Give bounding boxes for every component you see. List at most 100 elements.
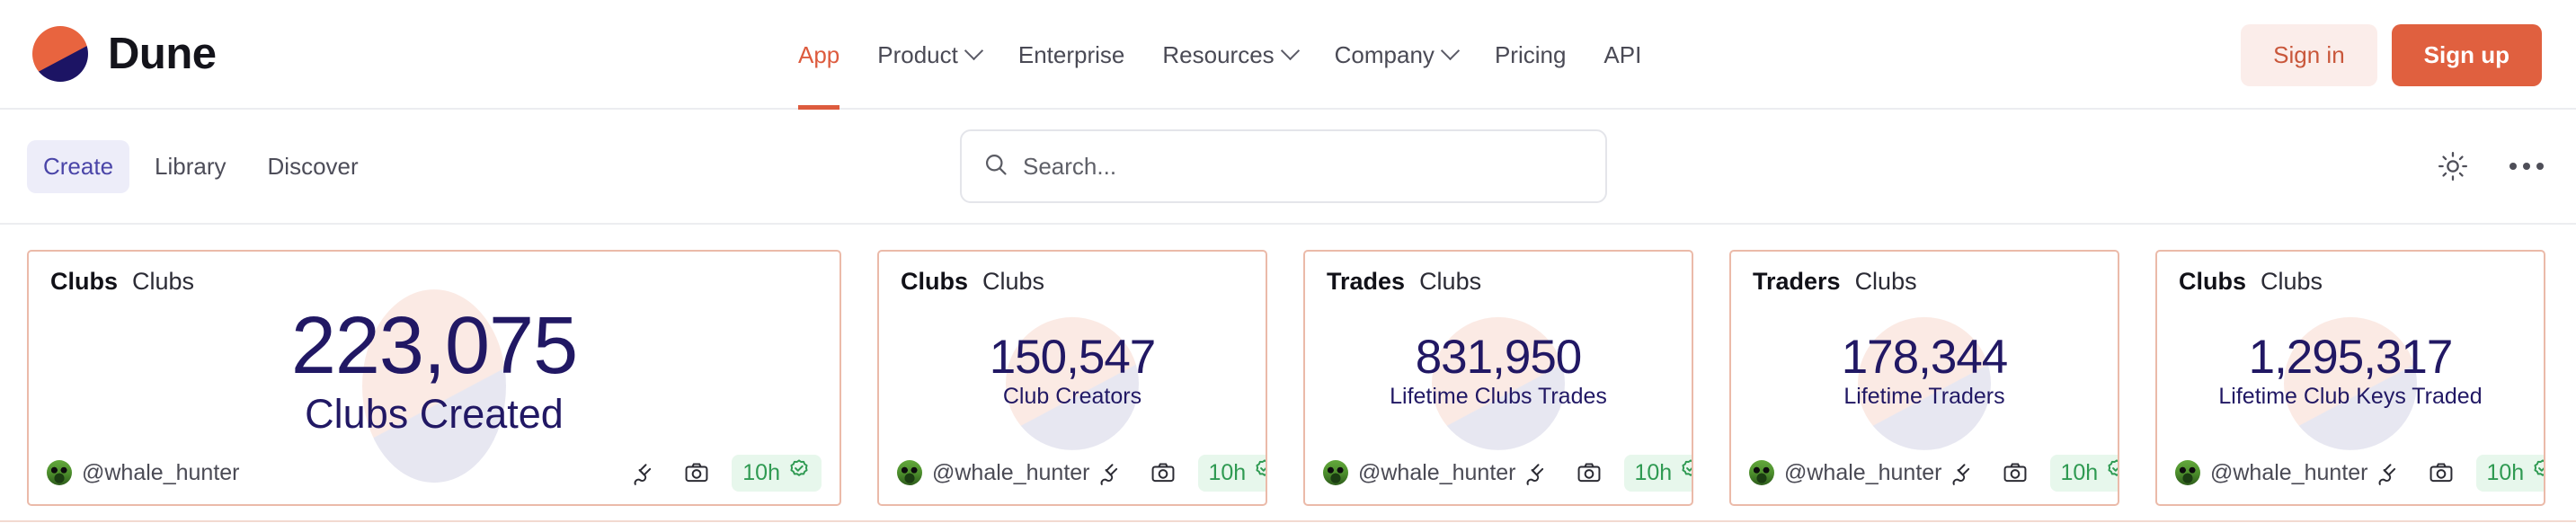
card-footer-actions: 10h <box>2368 454 2546 492</box>
brand-logo[interactable]: Dune <box>32 26 217 82</box>
nav-item-enterprise[interactable]: Enterprise <box>1018 0 1125 110</box>
sign-in-button[interactable]: Sign in <box>2241 24 2377 86</box>
avatar <box>47 460 72 485</box>
plug-icon[interactable] <box>1516 454 1554 492</box>
card-author[interactable]: @whale_hunter <box>1749 460 1942 486</box>
card-footer: @whale_hunter <box>1305 454 1692 504</box>
avatar <box>2175 460 2200 485</box>
verified-check-icon <box>1253 458 1267 488</box>
status-badge: 10h <box>2050 455 2120 492</box>
card-body: 831,950 Lifetime Clubs Trades <box>1305 296 1692 454</box>
card-footer: @whale_hunter <box>879 454 1266 504</box>
avatar <box>1749 460 1774 485</box>
workspace-tab-create[interactable]: Create <box>27 140 129 193</box>
card-footer-actions: 10h <box>624 454 822 492</box>
metric-card-1[interactable]: Clubs Clubs 150,547 Club Creators @whale… <box>877 250 1267 506</box>
nav-item-api[interactable]: API <box>1603 0 1641 110</box>
card-subtitle: Clubs <box>982 268 1044 296</box>
card-footer: @whale_hunter <box>29 454 839 504</box>
verified-check-icon <box>787 458 811 488</box>
card-footer-actions: 10h <box>1516 454 1694 492</box>
card-header: Traders Clubs <box>1731 252 2118 296</box>
metric-value: 150,547 <box>990 332 1156 382</box>
nav-item-app[interactable]: App <box>798 0 839 110</box>
nav-item-label: Enterprise <box>1018 41 1125 69</box>
card-author[interactable]: @whale_hunter <box>2175 460 2368 486</box>
metric-card-3[interactable]: Traders Clubs 178,344 Lifetime Traders @… <box>1729 250 2119 506</box>
card-subtitle: Clubs <box>1419 268 1481 296</box>
camera-icon[interactable] <box>2422 454 2460 492</box>
chevron-down-icon <box>1281 40 1300 59</box>
card-title: Traders <box>1753 268 1841 296</box>
card-header: Clubs Clubs <box>879 252 1266 296</box>
chevron-down-icon <box>1441 40 1460 59</box>
avatar <box>897 460 922 485</box>
author-handle: @whale_hunter <box>1784 460 1942 486</box>
nav-item-label: Pricing <box>1495 41 1566 69</box>
metric-label: Lifetime Clubs Trades <box>1390 385 1607 408</box>
plug-icon[interactable] <box>2368 454 2406 492</box>
search-input[interactable] <box>1023 153 1584 181</box>
nav-item-label: API <box>1603 41 1641 69</box>
nav-item-product[interactable]: Product <box>877 0 981 110</box>
card-title: Clubs <box>50 268 118 296</box>
badge-time-text: 10h <box>1635 460 1673 486</box>
camera-icon[interactable] <box>678 454 715 492</box>
search-box[interactable] <box>960 129 1607 203</box>
ellipsis-icon[interactable] <box>2508 147 2545 185</box>
nav-item-label: Company <box>1335 41 1435 69</box>
subnav-actions <box>2434 147 2545 185</box>
dune-logo-icon <box>32 26 88 82</box>
author-handle: @whale_hunter <box>1358 460 1516 486</box>
nav-item-company[interactable]: Company <box>1335 0 1457 110</box>
sun-icon[interactable] <box>2434 147 2472 185</box>
metric-value: 223,075 <box>291 305 577 389</box>
metric-card-0[interactable]: Clubs Clubs 223,075 Clubs Created @whale… <box>27 250 841 506</box>
camera-icon[interactable] <box>1144 454 1182 492</box>
badge-time-text: 10h <box>742 460 780 486</box>
workspace-tabs: Create Library Discover <box>27 140 375 193</box>
metric-card-2[interactable]: Trades Clubs 831,950 Lifetime Clubs Trad… <box>1303 250 1693 506</box>
plug-icon[interactable] <box>624 454 662 492</box>
verified-check-icon <box>2531 458 2545 488</box>
card-footer: @whale_hunter <box>2157 454 2544 504</box>
card-body: 150,547 Club Creators <box>879 296 1266 454</box>
metric-value: 831,950 <box>1416 332 1582 382</box>
card-author[interactable]: @whale_hunter <box>897 460 1090 486</box>
card-footer: @whale_hunter <box>1731 454 2118 504</box>
camera-icon[interactable] <box>1570 454 1608 492</box>
auth-buttons: Sign in Sign up <box>2241 0 2542 110</box>
metric-value: 1,295,317 <box>2249 332 2453 382</box>
nav-item-pricing[interactable]: Pricing <box>1495 0 1566 110</box>
sign-up-button[interactable]: Sign up <box>2392 24 2542 86</box>
avatar <box>1323 460 1348 485</box>
nav-item-label: Resources <box>1162 41 1274 69</box>
main-nav: App Product Enterprise Resources Company… <box>798 0 1641 110</box>
plug-icon[interactable] <box>1090 454 1128 492</box>
workspace-tab-discover[interactable]: Discover <box>252 140 375 193</box>
card-footer-actions: 10h <box>1942 454 2120 492</box>
card-body: 223,075 Clubs Created <box>29 296 839 454</box>
nav-item-resources[interactable]: Resources <box>1162 0 1296 110</box>
verified-check-icon <box>2105 458 2119 488</box>
card-header: Clubs Clubs <box>29 252 839 296</box>
card-header: Clubs Clubs <box>2157 252 2544 296</box>
card-body: 178,344 Lifetime Traders <box>1731 296 2118 454</box>
author-handle: @whale_hunter <box>932 460 1090 486</box>
metric-label: Lifetime Traders <box>1843 385 2004 408</box>
nav-item-label: App <box>798 41 839 69</box>
verified-check-icon <box>1679 458 1693 488</box>
metric-card-4[interactable]: Clubs Clubs 1,295,317 Lifetime Club Keys… <box>2155 250 2545 506</box>
nav-item-label: Product <box>877 41 958 69</box>
card-title: Trades <box>1327 268 1405 296</box>
plug-icon[interactable] <box>1942 454 1980 492</box>
status-badge: 10h <box>2476 455 2546 492</box>
card-subtitle: Clubs <box>132 268 194 296</box>
workspace-tab-library[interactable]: Library <box>138 140 242 193</box>
card-author[interactable]: @whale_hunter <box>47 460 240 486</box>
card-author[interactable]: @whale_hunter <box>1323 460 1516 486</box>
camera-icon[interactable] <box>1996 454 2034 492</box>
chevron-down-icon <box>964 40 983 59</box>
card-footer-actions: 10h <box>1090 454 1268 492</box>
status-badge: 10h <box>732 455 822 492</box>
